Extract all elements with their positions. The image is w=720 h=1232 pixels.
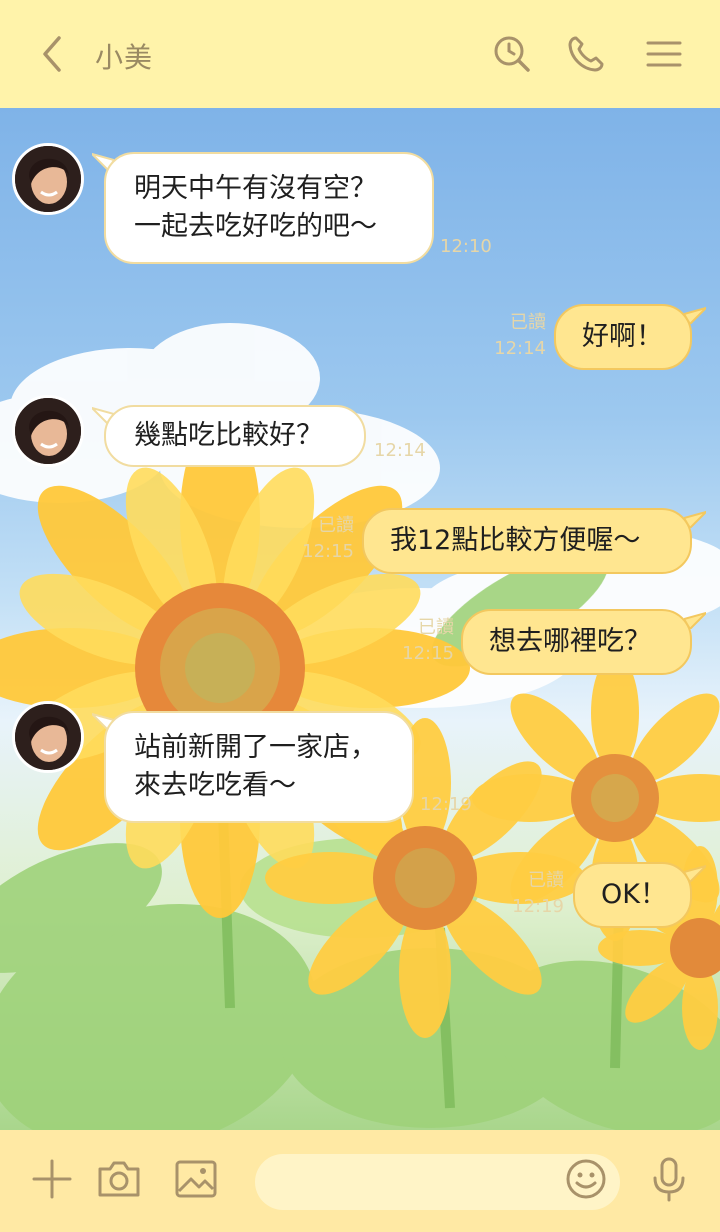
message-time: 12:19	[512, 896, 564, 917]
image-icon[interactable]	[171, 1154, 221, 1204]
outgoing-message[interactable]: 好啊！	[554, 304, 692, 370]
avatar[interactable]	[12, 395, 84, 467]
outgoing-message[interactable]: 想去哪裡吃？	[461, 609, 692, 675]
chat-header: 小美	[0, 0, 720, 108]
message-time: 12:14	[374, 440, 426, 461]
read-receipt: 已讀	[418, 617, 454, 638]
read-receipt: 已讀	[528, 870, 564, 891]
plus-icon[interactable]	[27, 1154, 77, 1204]
avatar[interactable]	[12, 143, 84, 215]
camera-icon[interactable]	[94, 1154, 144, 1204]
read-receipt: 已讀	[510, 312, 546, 333]
chat-area[interactable]: 明天中午有沒有空？ 一起去吃好吃的吧〜 12:10 已讀 12:14 好啊！ 幾…	[0, 108, 720, 1130]
back-arrow-icon[interactable]	[32, 34, 72, 74]
message-time: 12:15	[402, 643, 454, 664]
incoming-message[interactable]: 明天中午有沒有空？ 一起去吃好吃的吧〜	[104, 152, 434, 264]
outgoing-message[interactable]: OK！	[573, 862, 692, 928]
composer-bar	[0, 1130, 720, 1232]
incoming-message[interactable]: 站前新開了一家店， 來去吃吃看〜	[104, 711, 414, 823]
read-receipt: 已讀	[318, 515, 354, 536]
menu-icon[interactable]	[644, 34, 684, 74]
search-history-icon[interactable]	[492, 34, 532, 74]
incoming-message[interactable]: 幾點吃比較好？	[104, 405, 366, 467]
bubble-tail	[684, 611, 706, 629]
phone-icon[interactable]	[566, 34, 606, 74]
outgoing-message[interactable]: 我12點比較方便喔〜	[362, 508, 692, 574]
bubble-tail	[684, 510, 706, 528]
message-time: 12:15	[302, 541, 354, 562]
message-time: 12:14	[494, 338, 546, 359]
bubble-tail	[684, 864, 706, 882]
message-time: 12:19	[420, 794, 472, 815]
bubble-tail	[684, 306, 706, 324]
emoji-icon[interactable]	[561, 1154, 611, 1204]
microphone-icon[interactable]	[644, 1154, 694, 1204]
chat-title: 小美	[95, 41, 154, 74]
avatar[interactable]	[12, 701, 84, 773]
message-time: 12:10	[440, 236, 492, 257]
